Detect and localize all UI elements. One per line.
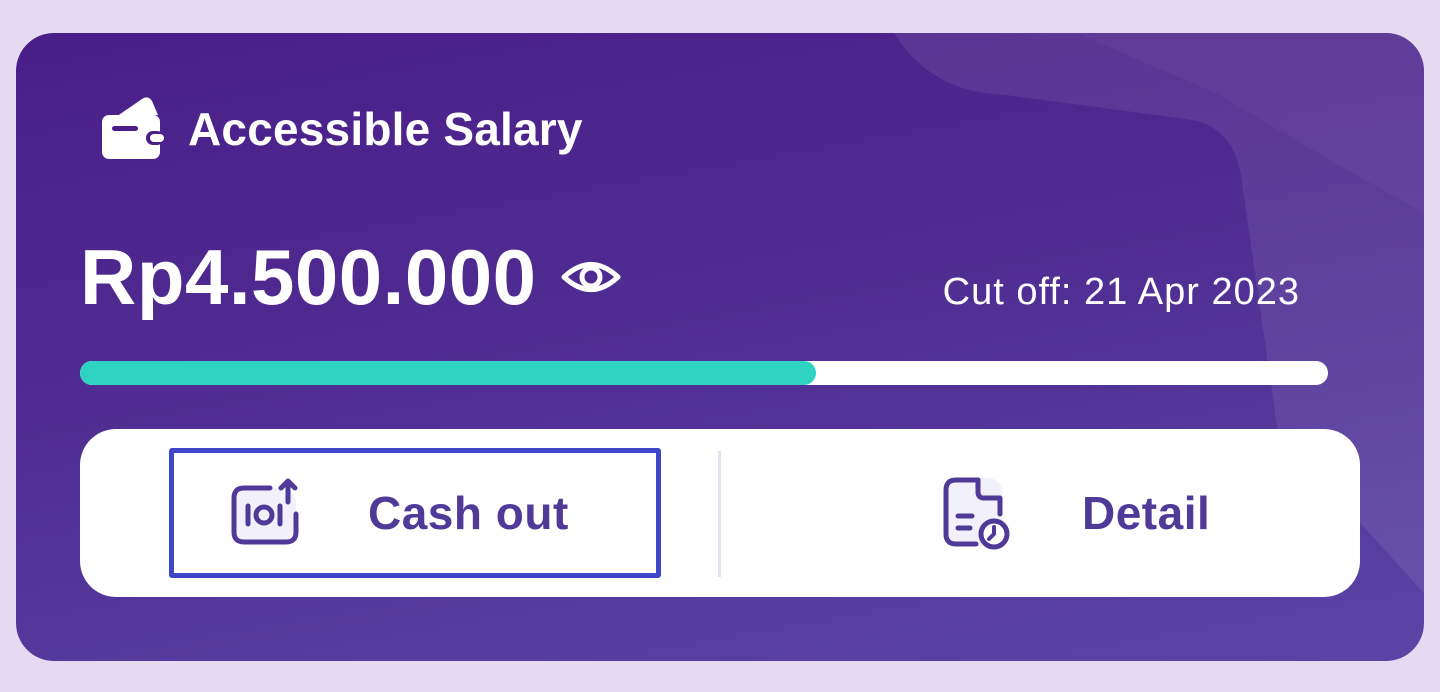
action-panel: Cash out Detail <box>80 429 1360 597</box>
salary-amount: Rp4.500.000 <box>80 233 537 321</box>
action-divider <box>718 451 721 577</box>
wallet-icon <box>102 97 164 159</box>
document-clock-icon <box>936 474 1014 552</box>
cash-out-label: Cash out <box>368 487 569 539</box>
cutoff-date: Cut off: 21 Apr 2023 <box>942 271 1300 313</box>
progress-fill <box>80 361 817 385</box>
eye-icon <box>561 262 621 292</box>
amount-row: Rp4.500.000 <box>80 238 622 316</box>
cash-out-button[interactable]: Cash out <box>169 448 661 578</box>
salary-progress-bar <box>80 361 1328 385</box>
accessible-salary-card: Accessible Salary Rp4.500.000 Cut off: 2… <box>16 33 1424 661</box>
toggle-visibility-button[interactable] <box>560 246 622 308</box>
card-title: Accessible Salary <box>188 103 583 155</box>
cash-out-icon <box>226 474 304 552</box>
detail-label: Detail <box>1082 487 1211 539</box>
card-header: Accessible Salary <box>98 95 583 163</box>
detail-button[interactable]: Detail <box>936 448 1256 578</box>
